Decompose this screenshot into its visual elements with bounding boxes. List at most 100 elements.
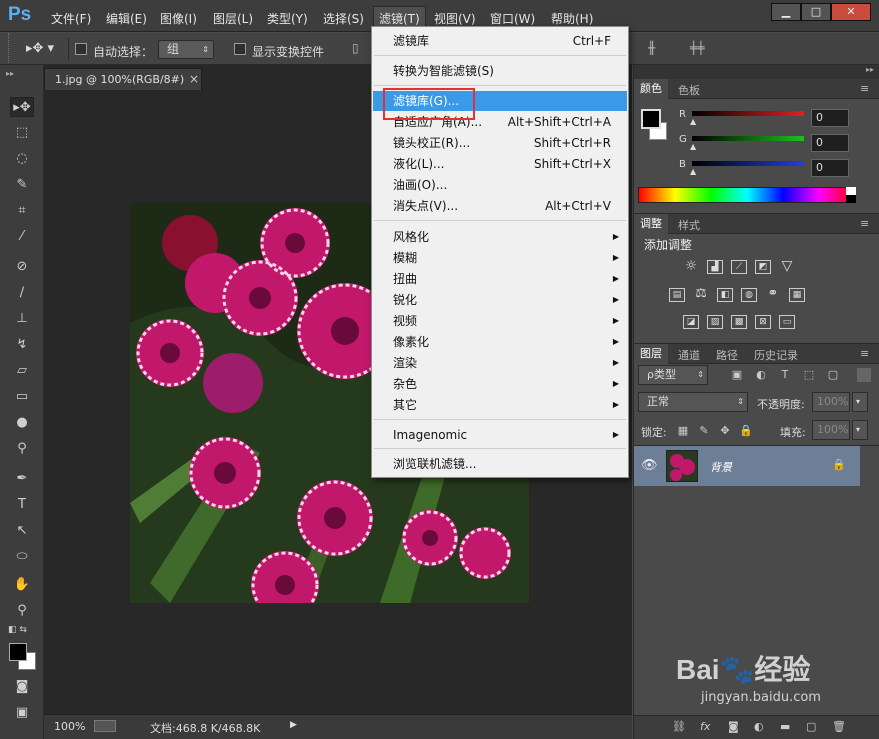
black-white-icon[interactable]: ◧ [717,288,733,302]
swap-colors-icon[interactable]: ◧ ⇆ [8,625,27,635]
fill-dropdown-icon[interactable]: ▾ [852,420,868,440]
menu-help[interactable]: 帮助(H) [551,10,593,27]
status-icon[interactable] [94,720,116,732]
pen-tool-icon[interactable]: ✒ [10,469,34,489]
move-tool-icon[interactable]: ▸✥ ▾ [26,41,54,56]
quick-mask-icon[interactable]: ◙ [10,677,34,697]
menu-edit[interactable]: 编辑(E) [106,10,147,27]
filter-adjustment-icon[interactable]: ◐ [754,368,768,382]
layer-name[interactable]: 背景 [710,459,732,475]
foreground-color-swatch[interactable] [9,643,27,661]
dodge-tool-icon[interactable]: ⚲ [10,439,34,459]
menu-video[interactable]: 视频 ▶ [373,311,627,331]
menu-distort[interactable]: 扭曲 ▶ [373,269,627,289]
filter-pixel-icon[interactable]: ▣ [730,368,744,382]
hue-saturation-icon[interactable]: ▤ [669,288,685,302]
crop-tool-icon[interactable]: ⌗ [10,201,34,221]
menu-noise[interactable]: 杂色 ▶ [373,374,627,394]
lock-all-icon[interactable]: 🔒 [739,424,753,438]
fill-input[interactable]: 100% [812,420,850,440]
color-balance-icon[interactable]: ⚖ [693,287,709,302]
menu-lens-correction[interactable]: 镜头校正(R)... Shift+Ctrl+R [373,133,627,153]
color-lookup-icon[interactable]: ▦ [789,288,805,302]
type-tool-icon[interactable]: T [10,495,34,515]
minimize-button[interactable]: ▁ [771,3,801,21]
marquee-tool-icon[interactable]: ⬚ [10,123,34,143]
eye-icon[interactable]: 👁 [641,458,658,473]
eyedropper-tool-icon[interactable]: ⁄ [10,227,34,247]
tab-history[interactable]: 历史记录 [754,347,798,363]
hand-tool-icon[interactable]: ✋ [10,575,34,595]
opacity-input[interactable]: 100% [812,392,850,412]
stamp-tool-icon[interactable]: ⊥ [10,309,34,329]
menu-stylize[interactable]: 风格化 ▶ [373,227,627,247]
quick-select-tool-icon[interactable]: ✎ [10,175,34,195]
blue-slider[interactable] [692,161,804,166]
vibrance-icon[interactable]: ▽ [779,259,795,274]
history-brush-tool-icon[interactable]: ↯ [10,335,34,355]
green-value-input[interactable]: 0 [811,134,849,152]
red-slider[interactable] [692,111,804,116]
filter-smart-object-icon[interactable]: ▢ [826,368,840,382]
panel-collapse-icon[interactable]: ▸▸ [634,65,879,79]
align-icon[interactable]: ▯ [352,41,359,55]
panel-menu-icon[interactable]: ≡ [860,217,869,230]
channel-mixer-icon[interactable]: ⚭ [765,287,781,302]
layer-filter-dropdown[interactable]: ρ类型 ⇕ [638,365,708,385]
zoom-tool-icon[interactable]: ⚲ [10,601,34,621]
menu-imagenomic[interactable]: Imagenomic ▶ [373,425,627,445]
lock-position-icon[interactable]: ✥ [718,424,732,438]
blend-mode-dropdown[interactable]: 正常 ⇕ [638,392,748,412]
brightness-icon[interactable]: ☼ [683,259,699,274]
distribute-icon[interactable]: ╫ [648,41,655,55]
menu-filter-gallery-last[interactable]: 滤镜库 Ctrl+F [373,31,627,51]
slider-thumb-icon[interactable]: ▲ [690,142,696,151]
expand-icon[interactable]: ▸▸ [6,69,14,78]
menu-layer[interactable]: 图层(L) [213,10,253,27]
layer-style-icon[interactable]: fx [700,720,710,733]
threshold-icon[interactable]: ▩ [731,315,747,329]
show-transform-checkbox[interactable] [234,43,246,55]
auto-select-checkbox[interactable] [75,43,87,55]
path-select-tool-icon[interactable]: ↖ [10,521,34,541]
exposure-icon[interactable]: ◩ [755,260,771,274]
lock-pixels-icon[interactable]: ✎ [697,424,711,438]
adjustment-layer-icon[interactable]: ◐ [754,720,764,733]
menu-type[interactable]: 类型(Y) [267,10,308,27]
tab-swatches[interactable]: 色板 [678,82,700,98]
eraser-tool-icon[interactable]: ▱ [10,361,34,381]
tab-color[interactable]: 颜色 [634,79,668,99]
blue-value-input[interactable]: 0 [811,159,849,177]
add-mask-icon[interactable]: ◙ [728,720,739,733]
menu-image[interactable]: 图像(I) [160,10,197,27]
photo-filter-icon[interactable]: ◍ [741,288,757,302]
tab-channels[interactable]: 通道 [678,347,700,363]
menu-oil-paint[interactable]: 油画(O)... [373,175,627,195]
menu-render[interactable]: 渲染 ▶ [373,353,627,373]
menu-sharpen[interactable]: 锐化 ▶ [373,290,627,310]
menu-other[interactable]: 其它 ▶ [373,395,627,415]
slider-thumb-icon[interactable]: ▲ [690,167,696,176]
status-menu-arrow-icon[interactable]: ▶ [290,720,297,730]
black-swatch[interactable] [846,195,856,203]
layer-row-background[interactable]: 👁 背景 🔒 [634,446,860,486]
levels-icon[interactable]: ▟ [707,260,723,274]
tab-adjustments[interactable]: 调整 [634,214,668,234]
green-slider[interactable] [692,136,804,141]
tab-close-icon[interactable]: × [189,72,199,86]
move-tool-icon[interactable]: ▸✥ [10,97,34,117]
lasso-tool-icon[interactable]: ◌ [10,149,34,169]
delete-layer-icon[interactable]: 🗑 [832,720,846,733]
tab-paths[interactable]: 路径 [716,347,738,363]
menu-liquify[interactable]: 液化(L)... Shift+Ctrl+X [373,154,627,174]
menu-window[interactable]: 窗口(W) [490,10,535,27]
invert-icon[interactable]: ◪ [683,315,699,329]
slider-thumb-icon[interactable]: ▲ [690,117,696,126]
gradient-map-icon[interactable]: ▭ [779,315,795,329]
posterize-icon[interactable]: ▨ [707,315,723,329]
filter-type-icon[interactable]: T [778,368,792,382]
tab-layers[interactable]: 图层 [634,344,668,364]
close-button[interactable]: ✕ [831,3,871,21]
screen-mode-icon[interactable]: ▣ [10,703,34,723]
new-layer-icon[interactable]: ▢ [806,720,816,733]
